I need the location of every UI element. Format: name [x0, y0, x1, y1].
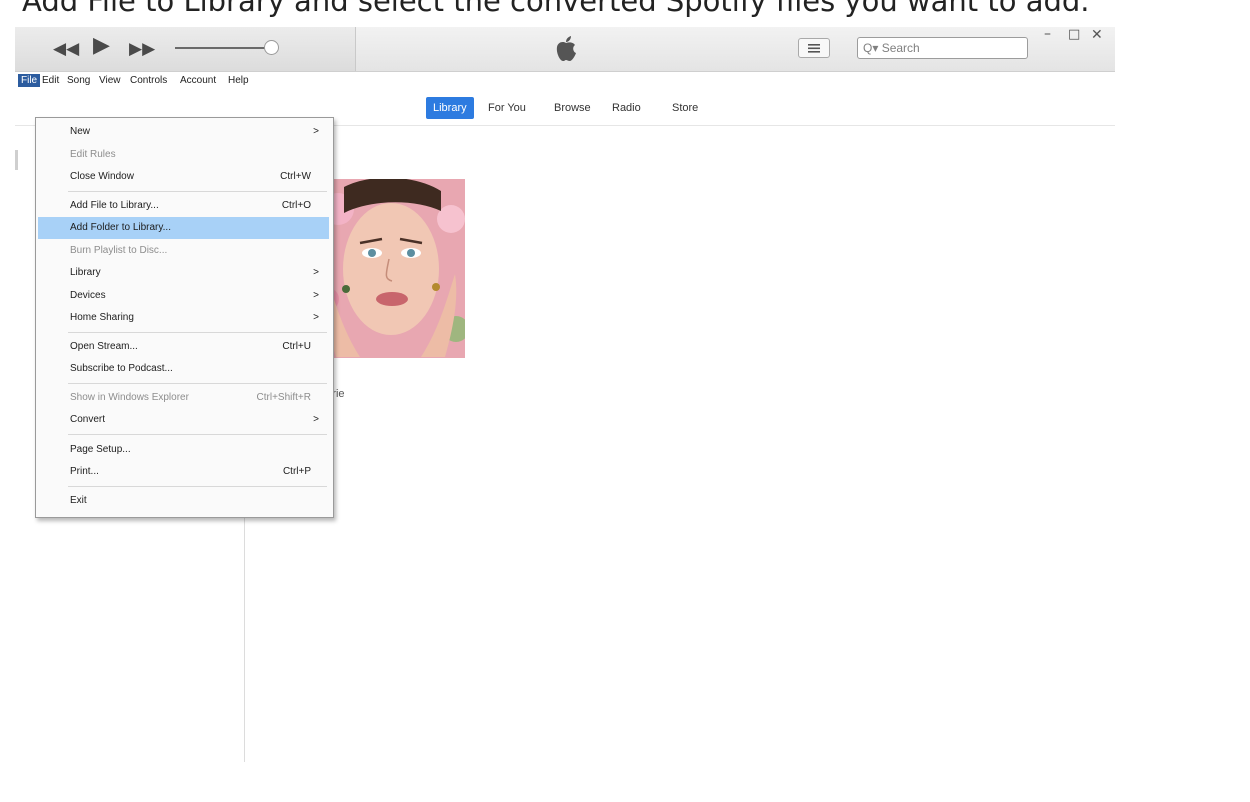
- menu-item-label: Burn Playlist to Disc...: [70, 245, 168, 256]
- list-view-button[interactable]: [798, 38, 830, 58]
- menu-item-shortcut: Ctrl+P: [282, 466, 311, 477]
- menu-item-add-folder-to-library[interactable]: Add Folder to Library...: [38, 217, 329, 239]
- itunes-window: ◀◀ ▶ ▶▶ Q▾ Search – □ ✕ File Edit Song V…: [15, 26, 1115, 762]
- caption-text: Add File to Library and select the conve…: [22, 0, 1090, 18]
- volume-slider-track[interactable]: [175, 47, 271, 49]
- transport-controls: ◀◀ ▶ ▶▶: [15, 27, 356, 71]
- tab-store[interactable]: Store: [665, 97, 705, 119]
- menu-separator: [68, 486, 327, 487]
- menu-item-home-sharing[interactable]: Home Sharing >: [38, 307, 329, 329]
- menu-item-print[interactable]: Print... Ctrl+P: [38, 461, 329, 483]
- submenu-arrow-icon: >: [313, 126, 319, 137]
- maximize-button[interactable]: □: [1068, 27, 1080, 42]
- menu-item-convert[interactable]: Convert >: [38, 409, 329, 431]
- menu-item-close-window[interactable]: Close Window Ctrl+W: [38, 166, 329, 188]
- menu-item-shortcut: Ctrl+Shift+R: [256, 392, 311, 403]
- file-menu-dropdown: New > Edit Rules Close Window Ctrl+W Add…: [35, 117, 334, 518]
- forward-icon[interactable]: ▶▶: [129, 39, 155, 59]
- menu-item-label: Subscribe to Podcast...: [70, 363, 173, 374]
- menu-bar: File Edit Song View Controls Account Hel…: [15, 72, 1115, 92]
- menu-separator: [68, 434, 327, 435]
- menu-item-shortcut: Ctrl+U: [282, 341, 311, 352]
- tab-radio[interactable]: Radio: [605, 97, 648, 119]
- menu-item-shortcut: Ctrl+O: [281, 200, 311, 211]
- volume-slider-knob[interactable]: [264, 40, 279, 55]
- menu-item-label: Convert: [70, 414, 106, 425]
- menu-item-library[interactable]: Library >: [38, 262, 329, 284]
- menu-item-label: Devices: [70, 290, 106, 301]
- menu-item-label: Open Stream...: [70, 341, 138, 352]
- menu-separator: [68, 332, 327, 333]
- play-icon[interactable]: ▶: [93, 35, 110, 57]
- list-icon: [808, 44, 820, 53]
- minimize-button[interactable]: –: [1044, 26, 1051, 42]
- menu-file[interactable]: File: [18, 74, 41, 87]
- rewind-icon[interactable]: ◀◀: [53, 39, 79, 59]
- menu-item-devices[interactable]: Devices >: [38, 285, 329, 307]
- menu-item-label: Show in Windows Explorer: [70, 392, 189, 403]
- menu-item-label: Exit: [70, 495, 87, 506]
- menu-item-burn-playlist[interactable]: Burn Playlist to Disc...: [38, 240, 329, 262]
- menu-item-label: Add File to Library...: [70, 200, 159, 211]
- menu-item-open-stream[interactable]: Open Stream... Ctrl+U: [38, 336, 329, 358]
- menu-item-exit[interactable]: Exit: [38, 490, 329, 512]
- menu-item-label: Home Sharing: [70, 312, 134, 323]
- submenu-arrow-icon: >: [313, 267, 319, 278]
- menu-account[interactable]: Account: [180, 75, 216, 86]
- menu-help[interactable]: Help: [228, 75, 249, 86]
- submenu-arrow-icon: >: [313, 290, 319, 301]
- menu-item-add-file-to-library[interactable]: Add File to Library... Ctrl+O: [38, 195, 329, 217]
- menu-separator: [68, 383, 327, 384]
- search-input[interactable]: Q▾ Search: [857, 37, 1028, 59]
- menu-edit[interactable]: Edit: [42, 75, 59, 86]
- tab-library[interactable]: Library: [426, 97, 474, 119]
- menu-view[interactable]: View: [99, 75, 121, 86]
- menu-item-show-in-explorer[interactable]: Show in Windows Explorer Ctrl+Shift+R: [38, 387, 329, 409]
- menu-item-label: Close Window: [70, 171, 134, 182]
- menu-item-subscribe-podcast[interactable]: Subscribe to Podcast...: [38, 358, 329, 380]
- menu-item-page-setup[interactable]: Page Setup...: [38, 439, 329, 461]
- menu-song[interactable]: Song: [67, 75, 90, 86]
- album-artwork[interactable]: [316, 179, 465, 358]
- menu-item-label: Page Setup...: [70, 444, 131, 455]
- menu-controls[interactable]: Controls: [130, 75, 167, 86]
- menu-separator: [68, 191, 327, 192]
- submenu-arrow-icon: >: [313, 312, 319, 323]
- menu-item-label: Add Folder to Library...: [70, 222, 171, 233]
- close-button[interactable]: ✕: [1091, 27, 1103, 43]
- sidebar-marker: [15, 150, 18, 170]
- tab-for-you[interactable]: For You: [481, 97, 533, 119]
- apple-logo-icon: [556, 36, 576, 61]
- menu-item-shortcut: Ctrl+W: [280, 171, 311, 182]
- menu-item-label: Print...: [70, 466, 99, 477]
- submenu-arrow-icon: >: [313, 414, 319, 425]
- menu-item-edit-rules[interactable]: Edit Rules: [38, 144, 329, 166]
- menu-item-new[interactable]: New >: [38, 121, 329, 143]
- tab-browse[interactable]: Browse: [547, 97, 598, 119]
- menu-item-label: Edit Rules: [70, 149, 116, 160]
- menu-item-label: New: [70, 126, 91, 137]
- menu-item-label: Library: [70, 267, 101, 278]
- toolbar: ◀◀ ▶ ▶▶ Q▾ Search – □ ✕: [15, 26, 1115, 72]
